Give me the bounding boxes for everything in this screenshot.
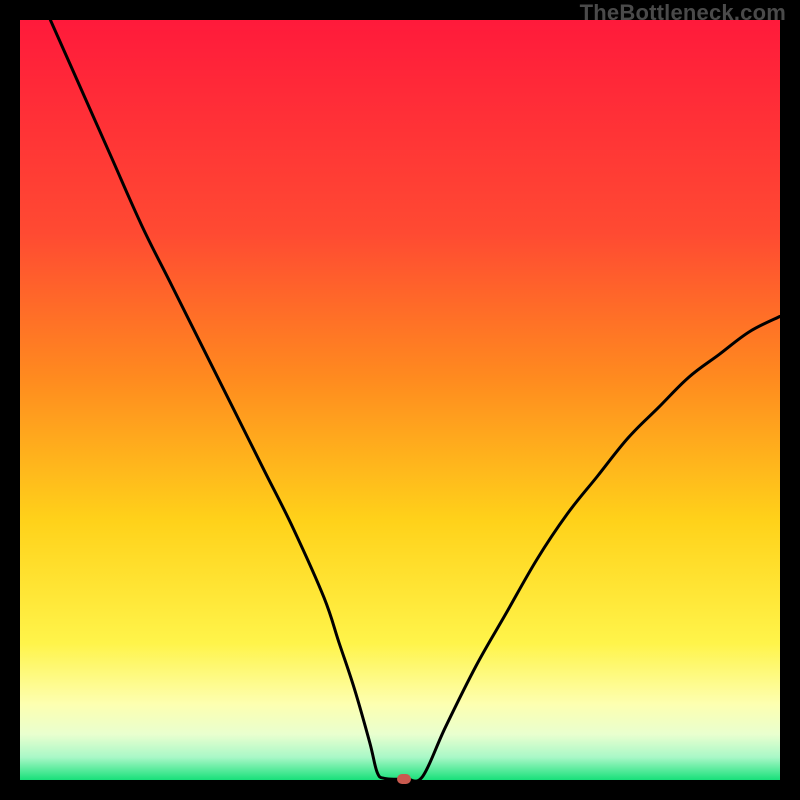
plot-area (20, 20, 780, 780)
chart-frame: TheBottleneck.com (0, 0, 800, 800)
selected-point-marker (397, 774, 411, 784)
bottleneck-curve (20, 20, 780, 780)
